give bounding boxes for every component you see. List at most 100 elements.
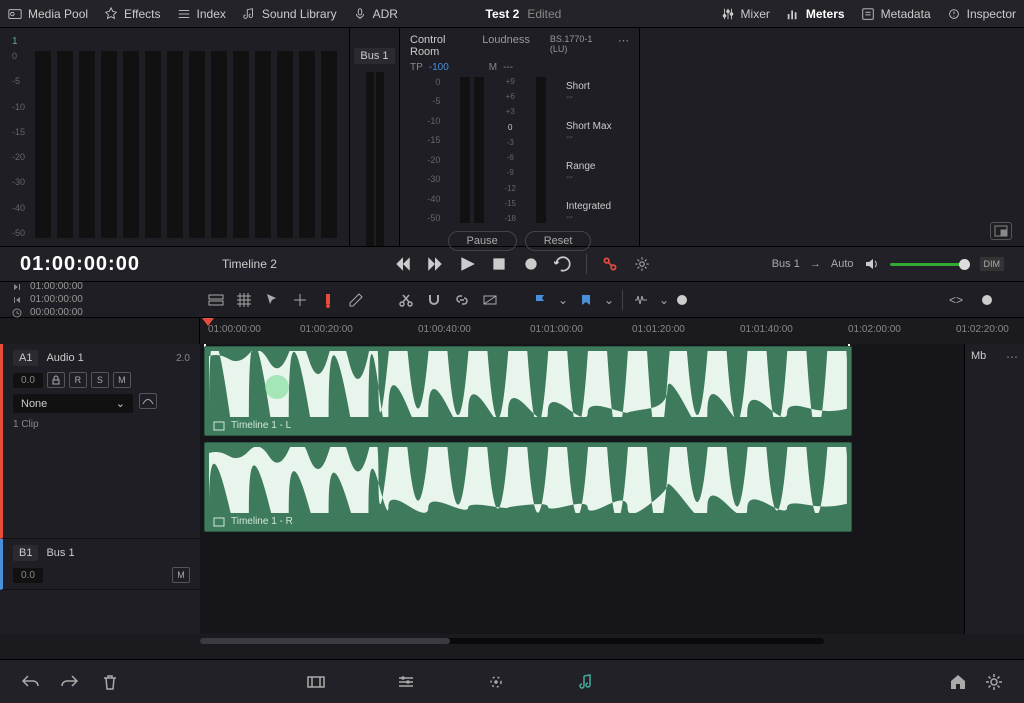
index-label: Index <box>197 7 226 21</box>
track-input-select[interactable]: None⌄ <box>13 394 133 413</box>
mute-button[interactable]: M <box>113 372 131 388</box>
timeline-ruler[interactable]: 01:00:00:00 01:00:20:00 01:00:40:00 01:0… <box>0 318 1024 344</box>
trash-icon[interactable] <box>100 672 120 692</box>
settings-gear-icon[interactable] <box>633 255 651 273</box>
cr-scale-left: 0-5-10-15-20-30-40-50 <box>427 77 440 223</box>
record-button[interactable] <box>522 255 540 273</box>
duration-icon[interactable] <box>12 308 22 318</box>
control-room-panel: Control Room Loudness BS.1770-1 (LU) ⋯ T… <box>400 28 640 246</box>
settings-icon[interactable] <box>984 672 1004 692</box>
chevron-down-icon[interactable]: ⌄ <box>604 290 614 310</box>
track-headers: A1 Audio 1 2.0 0.0 R S M None⌄ 1 Clip B1… <box>0 344 200 634</box>
metadata-tab[interactable]: Metadata <box>861 7 931 21</box>
meters-tab[interactable]: Meters <box>786 7 845 21</box>
track-name[interactable]: Audio 1 <box>46 352 83 364</box>
main-timecode[interactable]: 01:00:00:00 <box>20 253 190 276</box>
options-icon[interactable]: ⋯ <box>618 34 629 58</box>
lock-icon[interactable] <box>47 372 65 388</box>
track-fader-value[interactable]: 0.0 <box>13 373 43 388</box>
expand-view-button[interactable] <box>990 222 1012 240</box>
volume-slider[interactable] <box>890 263 970 266</box>
pointer-tool[interactable] <box>262 290 282 310</box>
track-header-b1[interactable]: B1 Bus 1 0.0 M <box>0 539 200 590</box>
undo-button[interactable] <box>20 672 40 692</box>
monitor-auto[interactable]: Auto <box>831 258 854 270</box>
flag-blue-icon[interactable] <box>530 290 550 310</box>
marker-blue-icon[interactable] <box>576 290 596 310</box>
monitor-bus[interactable]: Bus 1 <box>772 258 800 270</box>
media-pool-icon <box>8 7 22 21</box>
metadata-label: Metadata <box>881 7 931 21</box>
media-page-icon[interactable] <box>306 672 326 692</box>
mute-button[interactable]: M <box>172 567 190 583</box>
cut-page-icon[interactable] <box>396 672 416 692</box>
tc-out[interactable]: 01:00:00:00 <box>30 294 83 305</box>
pencil-tool[interactable] <box>346 290 366 310</box>
solo-button[interactable]: S <box>91 372 109 388</box>
track-lanes[interactable]: Timeline 1 - L Timeline 1 - R <box>200 344 964 634</box>
media-pool-tab[interactable]: Media Pool <box>8 7 88 21</box>
transient-icon[interactable] <box>631 290 651 310</box>
sound-library-icon <box>242 7 256 21</box>
marker-tool[interactable] <box>318 290 338 310</box>
timeline-name[interactable]: Timeline 2 <box>222 257 342 271</box>
record-arm-button[interactable]: R <box>69 372 87 388</box>
right-sidebar: Mb ⋯ <box>964 344 1024 634</box>
more-icon[interactable]: ⋯ <box>1006 350 1018 628</box>
effects-tab[interactable]: Effects <box>104 7 160 21</box>
fast-forward-button[interactable] <box>426 255 444 273</box>
meter-bars <box>35 51 337 238</box>
meters-icon <box>786 7 800 21</box>
track-id: B1 <box>13 545 38 561</box>
play-button[interactable] <box>458 255 476 273</box>
clip-name: Timeline 1 - R <box>231 516 293 527</box>
loop-button[interactable] <box>554 255 572 273</box>
bus-meter-panel: Bus 1 <box>350 28 400 246</box>
control-room-header: Control Room <box>410 34 462 58</box>
sound-library-tab[interactable]: Sound Library <box>242 7 337 21</box>
stop-button[interactable] <box>490 255 508 273</box>
audio-clip-left[interactable]: Timeline 1 - L <box>204 346 852 436</box>
snap-tool[interactable] <box>424 290 444 310</box>
in-icon[interactable] <box>12 282 22 292</box>
scrollbar-thumb[interactable] <box>200 638 450 644</box>
speaker-icon[interactable] <box>864 256 880 272</box>
dim-button[interactable]: DIM <box>980 257 1005 271</box>
razor-tool[interactable] <box>396 290 416 310</box>
automation-button[interactable] <box>601 255 619 273</box>
pause-button[interactable]: Pause <box>448 231 517 251</box>
fairlight-page-icon[interactable] <box>576 672 596 692</box>
track-fader-value[interactable]: 0.0 <box>13 568 43 583</box>
tc-duration[interactable]: 00:00:00:00 <box>30 307 83 318</box>
range-tool[interactable] <box>290 290 310 310</box>
meters-panel: 1 0-5-10-15-20-30-40-50 Bus 1 Control Ro… <box>0 28 1024 246</box>
adr-tab[interactable]: ADR <box>353 7 398 21</box>
redo-button[interactable] <box>60 672 80 692</box>
inspector-tab[interactable]: Inspector <box>947 7 1016 21</box>
mixer-tab[interactable]: Mixer <box>721 7 770 21</box>
out-icon[interactable] <box>12 295 22 305</box>
home-icon[interactable] <box>948 672 968 692</box>
index-tab[interactable]: Index <box>177 7 226 21</box>
chevron-down-icon[interactable]: ⌄ <box>659 290 669 310</box>
waveform-icon <box>209 447 847 513</box>
automation-curve-icon[interactable] <box>139 393 157 409</box>
crossfade-tool[interactable] <box>480 290 500 310</box>
effects-label: Effects <box>124 7 160 21</box>
zoom-knob[interactable] <box>677 295 687 305</box>
tc-in[interactable]: 01:00:00:00 <box>30 281 83 292</box>
horizontal-scrollbar[interactable] <box>0 634 1024 648</box>
grid-icon[interactable] <box>234 290 254 310</box>
link-tool[interactable] <box>452 290 472 310</box>
track-header-a1[interactable]: A1 Audio 1 2.0 0.0 R S M None⌄ 1 Clip <box>0 344 200 539</box>
reset-button[interactable]: Reset <box>525 231 592 251</box>
rewind-button[interactable] <box>394 255 412 273</box>
tp-label: TP <box>410 62 423 73</box>
timeline-view-icon[interactable] <box>206 290 226 310</box>
chevron-down-icon[interactable]: ⌄ <box>558 290 568 310</box>
code-icon[interactable]: <> <box>946 290 966 310</box>
audio-clip-right[interactable]: Timeline 1 - R <box>204 442 852 532</box>
track-name[interactable]: Bus 1 <box>46 547 74 559</box>
edit-page-icon[interactable] <box>486 672 506 692</box>
height-knob[interactable] <box>982 295 992 305</box>
